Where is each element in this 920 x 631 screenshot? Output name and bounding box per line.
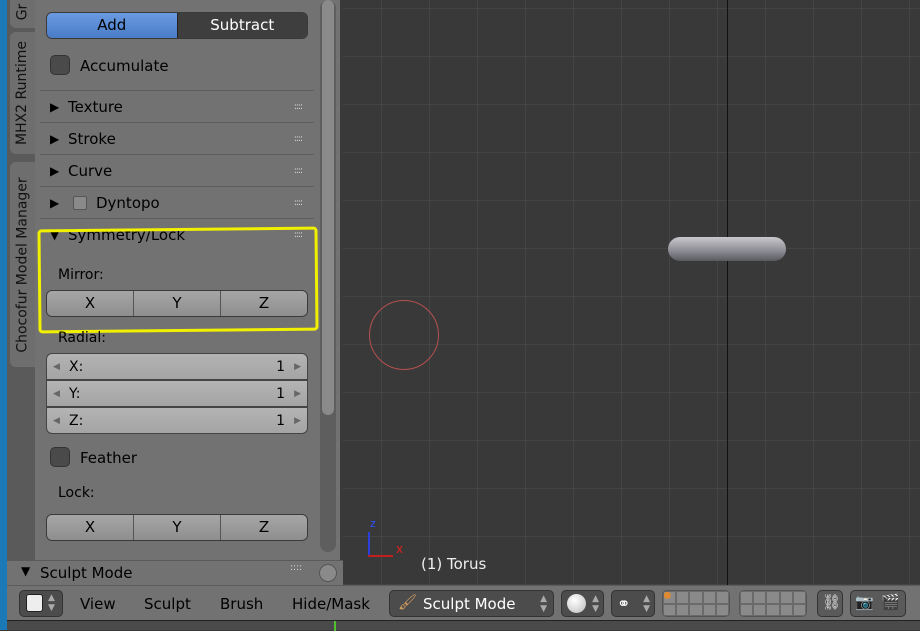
field-value: 1 (276, 359, 285, 375)
viewport-shading-selector[interactable]: ▲ ▼ (561, 590, 604, 617)
solid-shading-icon (567, 594, 586, 613)
highlight-annotation (37, 226, 319, 334)
tab-mhx2-runtime[interactable]: MHX2 Runtime (10, 32, 35, 154)
sculpt-brush-icon: 🖌 (398, 593, 418, 611)
subpanel-title: Curve (68, 162, 113, 180)
lock-x-button[interactable]: X (47, 515, 133, 540)
scrollbar-thumb[interactable] (322, 0, 334, 415)
subpanel-curve[interactable]: ▶ Curve:::: (40, 154, 314, 186)
menu-view[interactable]: View (80, 595, 116, 613)
add-subtract-toggle: Add Subtract (46, 12, 308, 39)
updown-arrows-icon: ▲ ▼ (48, 593, 55, 613)
tab-label: Gr (14, 3, 31, 21)
increment-arrow-icon[interactable]: ▶ (294, 354, 301, 380)
panel-title: Sculpt Mode (40, 564, 133, 582)
drag-grip-icon[interactable]: :::: (294, 91, 303, 123)
expand-icon: ▶ (50, 196, 60, 210)
mode-selector[interactable]: 🖌 Sculpt Mode ▲ ▼ (389, 590, 554, 617)
cube-icon (26, 594, 43, 612)
subpanel-stroke[interactable]: ▶ Stroke:::: (40, 122, 314, 154)
timeline-strip[interactable] (7, 620, 920, 631)
axis-x-label: x (396, 542, 404, 556)
axis-z-label: z (370, 517, 376, 530)
z-axis-line (727, 0, 728, 585)
tool-tabs: Gr MHX2 Runtime Chocofur Model Manager (7, 0, 35, 585)
radial-label: Radial: (58, 330, 106, 346)
radial-x-field[interactable]: ◀ X: 1 ▶ (46, 353, 308, 380)
pivot-icon: ⚭ (617, 594, 631, 613)
subtract-button[interactable]: Subtract (176, 13, 307, 38)
lock-camera-layers-button[interactable]: ⛓ (817, 590, 843, 617)
drag-grip-icon[interactable]: :::: (294, 155, 303, 187)
window-edge (0, 0, 7, 630)
tab-grease-pencil[interactable]: Gr (10, 0, 35, 28)
dyntopo-checkbox[interactable] (73, 196, 87, 210)
object-info-label: (1) Torus (421, 555, 487, 573)
lock-label: Lock: (58, 485, 95, 501)
subpanel-title: Texture (68, 98, 123, 116)
updown-arrows-icon: ▲ ▼ (643, 594, 650, 614)
viewport-header: ▲ ▼ View Sculpt Brush Hide/Mask 🖌 Sculpt M… (7, 585, 920, 620)
accumulate-checkbox[interactable] (50, 55, 70, 75)
tab-label: MHX2 Runtime (14, 40, 31, 146)
axis-x-line (368, 555, 393, 557)
pin-button[interactable] (319, 564, 337, 582)
link-icon: ⛓ (822, 593, 842, 611)
updown-arrows-icon: ▲ ▼ (540, 594, 547, 614)
layer-buttons-1[interactable] (662, 590, 730, 617)
render-image-icon[interactable]: 📷 (855, 593, 874, 611)
mode-label: Sculpt Mode (423, 595, 516, 613)
tab-label: Chocofur Model Manager (14, 176, 31, 353)
lock-z-button[interactable]: Z (220, 515, 307, 540)
subpanel-dyntopo[interactable]: ▶ Dyntopo:::: (40, 186, 314, 218)
lock-buttons: X Y Z (46, 514, 308, 541)
menu-sculpt[interactable]: Sculpt (144, 595, 191, 613)
drag-grip-icon[interactable]: :::: (294, 187, 303, 219)
menu-hide-mask[interactable]: Hide/Mask (292, 595, 370, 613)
field-label: Y: (69, 386, 81, 402)
field-value: 1 (276, 386, 285, 402)
radial-z-field[interactable]: ◀ Z: 1 ▶ (46, 407, 308, 434)
subpanel-title: Stroke (68, 130, 116, 148)
layer-buttons-2[interactable] (739, 590, 807, 617)
decrement-arrow-icon[interactable]: ◀ (53, 354, 60, 380)
decrement-arrow-icon[interactable]: ◀ (53, 381, 60, 407)
tab-chocofur[interactable]: Chocofur Model Manager (10, 162, 35, 367)
subpanel-texture[interactable]: ▶ Texture:::: (40, 90, 314, 122)
accumulate-label: Accumulate (80, 57, 169, 75)
drag-grip-icon[interactable]: :::: (294, 123, 303, 155)
expand-icon: ▶ (50, 164, 60, 178)
editor-type-selector[interactable]: ▲ ▼ (19, 590, 63, 617)
render-animation-icon[interactable]: 🎬 (881, 593, 900, 611)
torus-object[interactable] (668, 237, 786, 261)
radial-y-field[interactable]: ◀ Y: 1 ▶ (46, 380, 308, 407)
drag-grip-icon[interactable]: :::: (290, 563, 302, 573)
expand-icon: ▶ (50, 100, 60, 114)
lock-y-button[interactable]: Y (133, 515, 220, 540)
field-value: 1 (276, 413, 285, 429)
field-label: Z: (69, 413, 84, 429)
decrement-arrow-icon[interactable]: ◀ (53, 408, 60, 434)
brush-cursor (369, 300, 439, 370)
menu-brush[interactable]: Brush (220, 595, 263, 613)
expand-icon: ▶ (50, 132, 60, 146)
add-button[interactable]: Add (47, 13, 177, 38)
axis-z-line (368, 532, 370, 556)
feather-label: Feather (80, 449, 138, 467)
3d-viewport[interactable]: z x (1) Torus (343, 0, 920, 585)
increment-arrow-icon[interactable]: ▶ (294, 381, 301, 407)
render-buttons: 📷 🎬 (850, 590, 906, 617)
increment-arrow-icon[interactable]: ▶ (294, 408, 301, 434)
collapse-icon: ▼ (21, 564, 31, 578)
feather-checkbox[interactable] (50, 447, 70, 467)
pivot-point-selector[interactable]: ⚭ ▲ ▼ (611, 590, 655, 617)
subpanel-title: Dyntopo (96, 194, 160, 212)
updown-arrows-icon: ▲ ▼ (592, 594, 599, 614)
sculpt-mode-panel-header[interactable]: ▼ Sculpt Mode :::: (7, 560, 343, 585)
field-label: X: (69, 359, 84, 375)
